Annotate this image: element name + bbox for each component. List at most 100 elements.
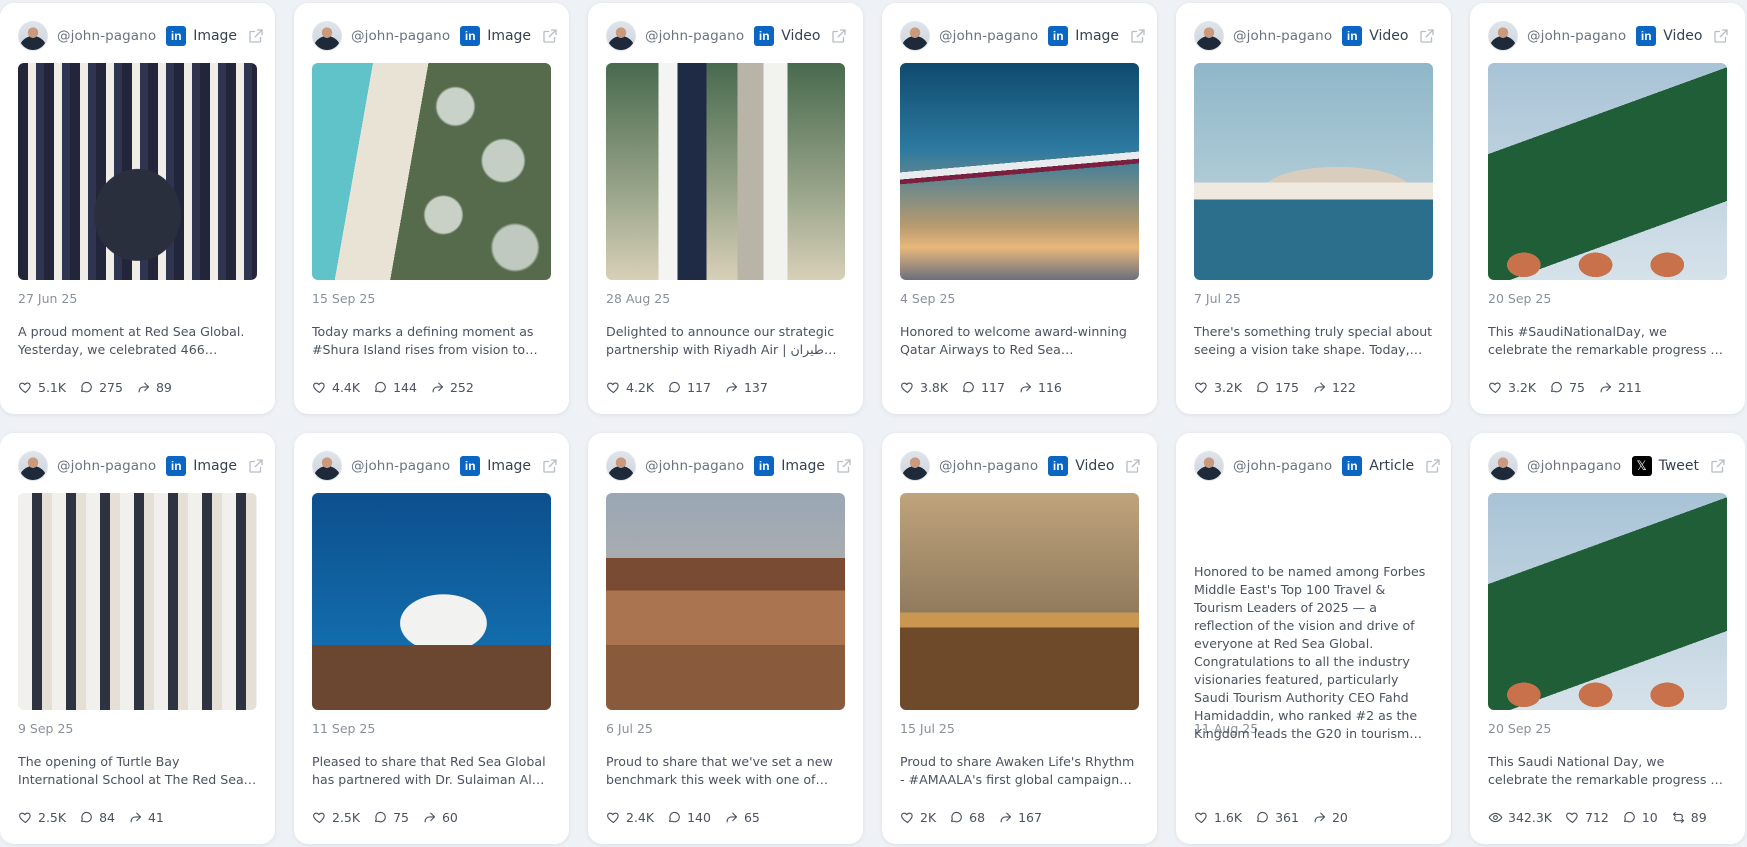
author-handle[interactable]: @john-pagano <box>1233 28 1332 44</box>
shares-count[interactable]: 137 <box>724 380 768 395</box>
comments-count[interactable]: 84 <box>79 810 115 825</box>
comments-count[interactable]: 117 <box>961 380 1005 395</box>
likes-count[interactable]: 2.5K <box>312 810 360 825</box>
author-handle[interactable]: @john-pagano <box>57 458 156 474</box>
post-card[interactable]: @john-pagano in Video 7 Jul 25 There's s… <box>1176 3 1451 414</box>
avatar[interactable] <box>18 451 48 481</box>
likes-count[interactable]: 1.6K <box>1194 810 1242 825</box>
post-image[interactable] <box>1488 493 1727 710</box>
author-handle[interactable]: @john-pagano <box>645 458 744 474</box>
comments-count[interactable]: 361 <box>1255 810 1299 825</box>
avatar[interactable] <box>900 21 930 51</box>
avatar[interactable] <box>1488 451 1518 481</box>
shares-count[interactable]: 167 <box>998 810 1042 825</box>
external-link-icon[interactable] <box>541 27 559 45</box>
post-card[interactable]: @john-pagano in Image 4 Sep 25 Honored t… <box>882 3 1157 414</box>
author-handle[interactable]: @john-pagano <box>351 28 450 44</box>
post-card[interactable]: @john-pagano in Image 27 Jun 25 A proud … <box>0 3 275 414</box>
post-card[interactable]: @john-pagano in Image 9 Sep 25 The openi… <box>0 433 275 844</box>
post-card[interactable]: @john-pagano in Video 20 Sep 25 This #Sa… <box>1470 3 1745 414</box>
shares-count[interactable]: 122 <box>1312 380 1356 395</box>
comments-count[interactable]: 75 <box>373 810 409 825</box>
post-card[interactable]: @john-pagano in Video 28 Aug 25 Delighte… <box>588 3 863 414</box>
post-image[interactable] <box>606 493 845 710</box>
shares-count[interactable]: 116 <box>1018 380 1062 395</box>
views-count[interactable]: 342.3K <box>1488 810 1552 825</box>
likes-count[interactable]: 3.2K <box>1194 380 1242 395</box>
avatar[interactable] <box>900 451 930 481</box>
share-icon <box>136 380 156 395</box>
author-handle[interactable]: @john-pagano <box>1527 28 1626 44</box>
likes-count[interactable]: 4.2K <box>606 380 654 395</box>
avatar[interactable] <box>606 21 636 51</box>
external-link-icon[interactable] <box>541 457 559 475</box>
author-handle[interactable]: @john-pagano <box>351 458 450 474</box>
external-link-icon[interactable] <box>1424 457 1442 475</box>
post-image[interactable] <box>18 493 257 710</box>
post-card[interactable]: @johnpagano 𝕏 Tweet 20 Sep 25 This Saudi… <box>1470 433 1745 844</box>
shares-count[interactable]: 252 <box>430 380 474 395</box>
post-image[interactable] <box>900 63 1139 280</box>
likes-count[interactable]: 2K <box>900 810 936 825</box>
author-handle[interactable]: @johnpagano <box>1527 458 1621 474</box>
comments-count[interactable]: 10 <box>1622 810 1658 825</box>
comments-count[interactable]: 144 <box>373 380 417 395</box>
post-card[interactable]: @john-pagano in Image 11 Sep 25 Pleased … <box>294 433 569 844</box>
avatar[interactable] <box>1194 21 1224 51</box>
external-link-icon[interactable] <box>830 27 848 45</box>
post-card[interactable]: @john-pagano in Image 15 Sep 25 Today ma… <box>294 3 569 414</box>
external-link-icon[interactable] <box>1709 457 1727 475</box>
post-image[interactable] <box>312 493 551 710</box>
shares-count[interactable]: 211 <box>1598 380 1642 395</box>
avatar[interactable] <box>312 451 342 481</box>
comment-icon <box>1255 810 1275 825</box>
shares-count[interactable]: 89 <box>136 380 172 395</box>
likes-count[interactable]: 5.1K <box>18 380 66 395</box>
shares-count[interactable]: 20 <box>1312 810 1348 825</box>
likes-count[interactable]: 2.5K <box>18 810 66 825</box>
post-text: Today marks a defining moment as #Shura … <box>312 324 534 357</box>
avatar[interactable] <box>606 451 636 481</box>
author-handle[interactable]: @john-pagano <box>1233 458 1332 474</box>
shares-count[interactable]: 41 <box>128 810 164 825</box>
post-type: Image <box>1075 28 1120 44</box>
author-handle[interactable]: @john-pagano <box>939 458 1038 474</box>
post-image[interactable] <box>18 63 257 280</box>
author-handle[interactable]: @john-pagano <box>939 28 1038 44</box>
external-link-icon[interactable] <box>247 27 265 45</box>
external-link-icon[interactable] <box>1712 27 1730 45</box>
shares-count[interactable]: 89 <box>1671 810 1707 825</box>
likes-count[interactable]: 2.4K <box>606 810 654 825</box>
comments-count[interactable]: 117 <box>667 380 711 395</box>
avatar[interactable] <box>312 21 342 51</box>
comments-count[interactable]: 68 <box>949 810 985 825</box>
shares-count[interactable]: 60 <box>422 810 458 825</box>
post-image[interactable] <box>900 493 1139 710</box>
avatar[interactable] <box>18 21 48 51</box>
external-link-icon[interactable] <box>247 457 265 475</box>
post-image[interactable] <box>1194 63 1433 280</box>
external-link-icon[interactable] <box>835 457 853 475</box>
likes-count[interactable]: 4.4K <box>312 380 360 395</box>
external-link-icon[interactable] <box>1418 27 1436 45</box>
post-card[interactable]: @john-pagano in Image 6 Jul 25 Proud to … <box>588 433 863 844</box>
post-image[interactable] <box>312 63 551 280</box>
avatar[interactable] <box>1488 21 1518 51</box>
author-handle[interactable]: @john-pagano <box>57 28 156 44</box>
post-card[interactable]: @john-pagano in Video 15 Jul 25 Proud to… <box>882 433 1157 844</box>
post-image[interactable] <box>1488 63 1727 280</box>
likes-count[interactable]: 712 <box>1565 810 1609 825</box>
external-link-icon[interactable] <box>1129 27 1147 45</box>
comments-count[interactable]: 140 <box>667 810 711 825</box>
post-image[interactable] <box>606 63 845 280</box>
likes-count[interactable]: 3.8K <box>900 380 948 395</box>
comments-count[interactable]: 175 <box>1255 380 1299 395</box>
post-card[interactable]: @john-pagano in Article 11 Aug 25 Honore… <box>1176 433 1451 844</box>
comments-count[interactable]: 75 <box>1549 380 1585 395</box>
shares-count[interactable]: 65 <box>724 810 760 825</box>
author-handle[interactable]: @john-pagano <box>645 28 744 44</box>
avatar[interactable] <box>1194 451 1224 481</box>
comments-count[interactable]: 275 <box>79 380 123 395</box>
external-link-icon[interactable] <box>1124 457 1142 475</box>
likes-count[interactable]: 3.2K <box>1488 380 1536 395</box>
